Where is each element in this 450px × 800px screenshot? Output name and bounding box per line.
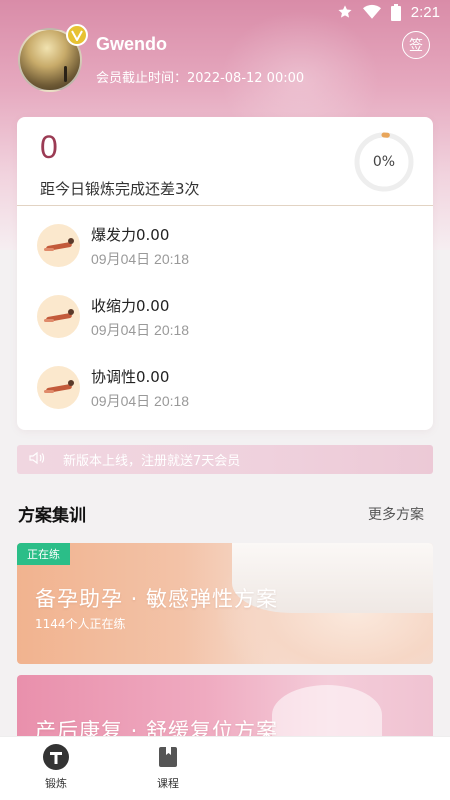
today-summary-card: 0 距今日锻炼完成还差3次 0% 爆发力0.00 09月04日 20:18 收缩… xyxy=(17,117,433,430)
metric-item-contraction[interactable]: 收缩力0.00 09月04日 20:18 xyxy=(37,289,417,345)
metric-item-coordination[interactable]: 协调性0.00 09月04日 20:18 xyxy=(37,360,417,416)
metric-name: 收缩力0.00 xyxy=(91,297,170,315)
plan-title: 备孕助孕 · 敏感弹性方案 xyxy=(35,587,279,611)
metric-time: 09月04日 20:18 xyxy=(91,393,190,409)
vip-badge xyxy=(66,24,88,46)
progress-percent: 0% xyxy=(372,154,396,170)
wifi-icon xyxy=(362,4,381,20)
metric-item-explosive[interactable]: 爆发力0.00 09月04日 20:18 xyxy=(37,218,417,274)
training-status-badge: 正在练 xyxy=(17,543,70,565)
metric-time: 09月04日 20:18 xyxy=(91,251,190,267)
card-divider xyxy=(17,205,433,206)
announcement-text: 新版本上线，注册就送7天会员 xyxy=(63,454,241,469)
metric-name: 协调性0.00 xyxy=(91,368,170,386)
status-bar: 2:21 xyxy=(0,0,450,24)
nav-label: 课程 xyxy=(157,777,179,790)
announcement-bar[interactable]: 新版本上线，注册就送7天会员 xyxy=(17,445,433,474)
star-icon xyxy=(337,4,353,20)
plan-participants: 1144个人正在练 xyxy=(35,617,126,631)
bottom-navigation: 锻炼 课程 xyxy=(0,736,450,800)
battery-icon xyxy=(390,3,401,21)
plan-card-postpartum[interactable]: 产后康复 · 舒缓复位方案 xyxy=(17,675,433,745)
vip-check-icon xyxy=(71,30,83,41)
more-plans-link[interactable]: 更多方案 xyxy=(368,504,424,524)
metric-time: 09月04日 20:18 xyxy=(91,322,190,338)
plan-card-fertility[interactable]: 正在练 备孕助孕 · 敏感弹性方案 1144个人正在练 xyxy=(17,543,433,664)
book-icon xyxy=(154,743,182,771)
exercise-pose-icon xyxy=(37,366,80,409)
sign-in-label: 签 xyxy=(409,38,423,54)
today-remaining-text: 距今日锻炼完成还差3次 xyxy=(40,180,200,198)
nav-label: 锻炼 xyxy=(45,777,67,790)
exercise-pose-icon xyxy=(37,295,80,338)
username: Gwendo xyxy=(96,34,167,54)
nav-tab-training[interactable]: 锻炼 xyxy=(16,743,96,791)
plans-section-title: 方案集训 xyxy=(18,506,86,526)
speaker-icon xyxy=(29,450,45,469)
status-time: 2:21 xyxy=(410,3,440,21)
member-expiry: 会员截止时间：2022-08-12 00:00 xyxy=(96,71,305,86)
nav-tab-courses[interactable]: 课程 xyxy=(128,743,208,791)
dumbbell-t-icon xyxy=(42,743,70,771)
today-count: 0 xyxy=(40,129,58,165)
metric-name: 爆发力0.00 xyxy=(91,226,170,244)
sign-in-button[interactable]: 签 xyxy=(402,31,430,59)
exercise-pose-icon xyxy=(37,224,80,267)
